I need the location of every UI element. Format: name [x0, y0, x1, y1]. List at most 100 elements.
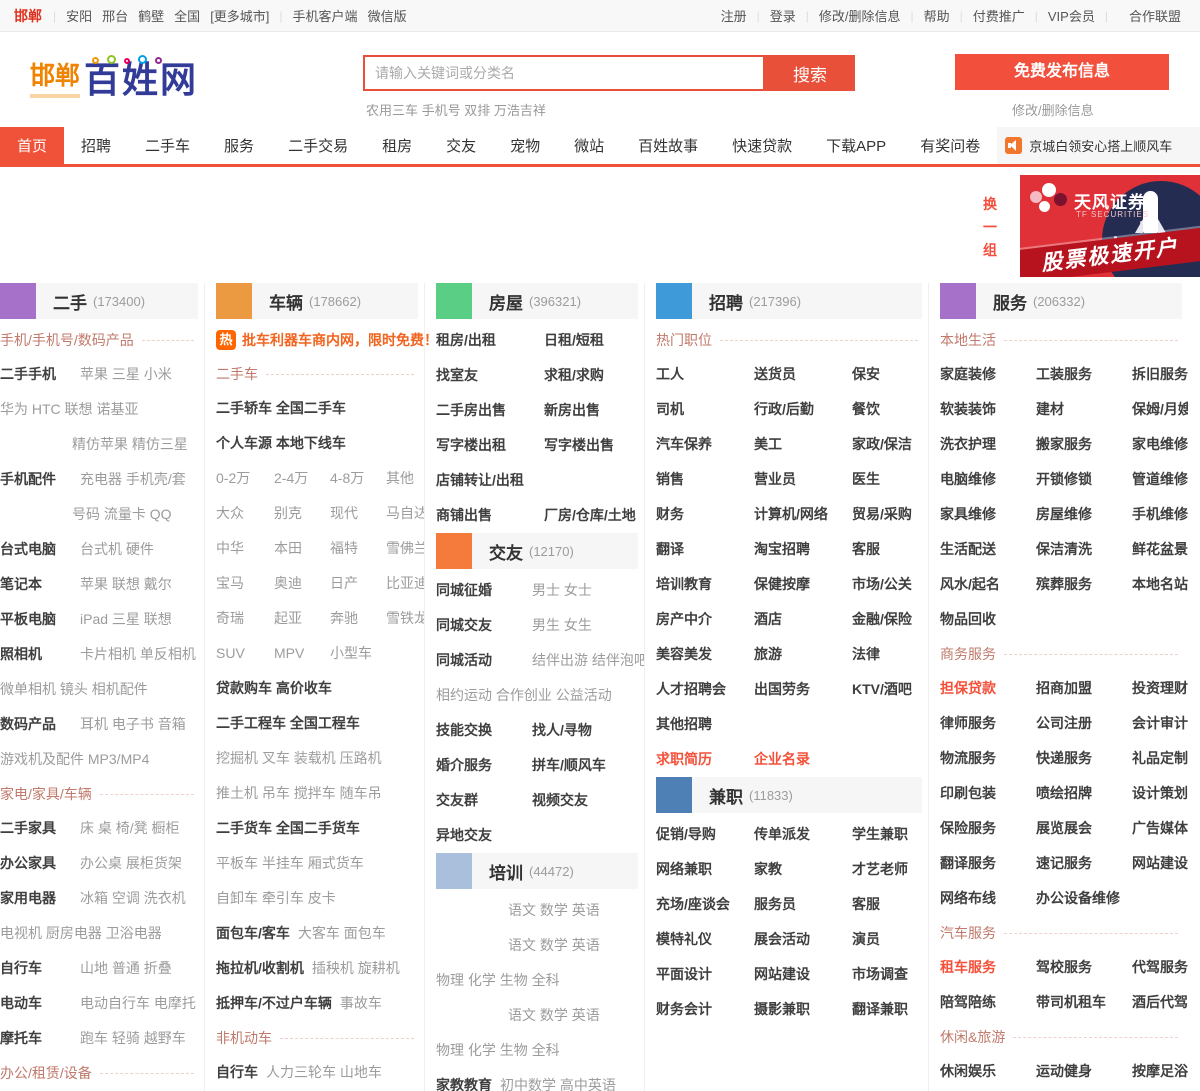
category-link[interactable]: 工人 — [656, 357, 746, 392]
category-link[interactable]: 雪铁龙 — [386, 601, 424, 636]
account-link[interactable]: 登录 — [770, 6, 796, 25]
category-link[interactable]: 冰箱 空调 洗衣机 — [80, 881, 186, 916]
category-link[interactable]: 二手房出售 — [436, 393, 536, 428]
category-link[interactable]: 金融/保险 — [852, 602, 912, 637]
category-link[interactable]: 摄影兼职 — [754, 992, 844, 1027]
category-link[interactable]: 销售 — [656, 462, 746, 497]
category-title[interactable]: 车辆 — [269, 289, 303, 314]
account-link[interactable]: 付费推广 — [973, 6, 1025, 25]
category-link[interactable]: 4-8万 — [330, 461, 378, 496]
category-link[interactable]: 工装服务 — [1036, 357, 1124, 392]
category-link[interactable]: 台式机 硬件 — [80, 532, 154, 567]
category-link[interactable]: 翻译 — [656, 532, 746, 567]
category-link[interactable]: 中华 — [216, 531, 266, 566]
category-link[interactable]: 推土机 吊车 搅拌车 随车吊 — [216, 776, 382, 811]
search-button[interactable]: 搜索 — [765, 55, 855, 91]
city-link[interactable]: 安阳 — [66, 9, 92, 24]
category-link[interactable]: 婚介服务 — [436, 748, 524, 783]
category-link[interactable]: 自行车 — [0, 951, 72, 986]
category-link[interactable]: 面包车/客车 — [216, 916, 290, 951]
category-link[interactable]: 网站建设 — [1132, 846, 1188, 881]
section-title[interactable]: 本地生活 — [940, 330, 996, 350]
category-link[interactable]: 店铺转让/出租 — [436, 463, 524, 498]
announcement-text[interactable]: 京城白领安心搭上顺风车 — [1029, 136, 1172, 155]
category-link[interactable]: 客服 — [852, 887, 880, 922]
city-link[interactable]: 邢台 — [102, 9, 128, 24]
section-title[interactable]: 手机/手机号/数码产品 — [0, 330, 134, 350]
category-link[interactable]: 投资理财 — [1132, 671, 1188, 706]
category-link[interactable]: 交友群 — [436, 783, 524, 818]
category-link[interactable]: 精仿苹果 精仿三星 — [72, 427, 188, 462]
category-link[interactable]: 现代 — [330, 496, 378, 531]
category-link[interactable]: 设计策划 — [1132, 776, 1188, 811]
category-link[interactable]: 手机维修 — [1132, 497, 1188, 532]
category-link[interactable]: 翻译兼职 — [852, 992, 908, 1027]
category-link[interactable]: 洗衣护理 — [940, 427, 1028, 462]
category-link[interactable]: 家教 — [754, 852, 844, 887]
category-link[interactable]: 平板车 半挂车 厢式货车 — [216, 846, 364, 881]
category-link[interactable]: 网站建设 — [754, 957, 844, 992]
category-link[interactable]: 保安 — [852, 357, 880, 392]
category-link[interactable]: 快递服务 — [1036, 741, 1124, 776]
hot-keywords[interactable]: 农用三车 手机号 双排 万浩吉祥 — [366, 100, 546, 119]
category-link[interactable]: 2-4万 — [274, 461, 322, 496]
category-link[interactable]: 商铺出售 — [436, 498, 536, 533]
category-link[interactable]: 找人/寻物 — [532, 713, 592, 748]
category-link[interactable]: 事故车 — [340, 986, 382, 1021]
ad-banner[interactable]: 天风证券 TF SECURITIES 股票极速开户 — [1020, 175, 1200, 277]
category-link[interactable]: 物流服务 — [940, 741, 1028, 776]
category-link[interactable]: 办公设备维修 — [1036, 881, 1120, 916]
category-link[interactable]: 才艺老师 — [852, 852, 908, 887]
hot-notice-link[interactable]: 批车利器车商内网，限时免费！ — [242, 330, 438, 350]
category-link[interactable]: 床 桌 椅/凳 橱柜 — [80, 811, 180, 846]
category-link[interactable]: 驾校服务 — [1036, 950, 1124, 985]
nav-item-8[interactable]: 微站 — [557, 127, 621, 164]
category-link[interactable]: 招商加盟 — [1036, 671, 1124, 706]
category-link[interactable]: 本田 — [274, 531, 322, 566]
city-link[interactable]: [更多城市] — [210, 9, 269, 24]
category-link[interactable]: 起亚 — [274, 601, 322, 636]
category-link[interactable]: 别克 — [274, 496, 322, 531]
nav-item-0[interactable]: 首页 — [0, 127, 65, 164]
category-link[interactable]: SUV — [216, 636, 266, 671]
category-link[interactable]: 带司机租车 — [1036, 985, 1124, 1020]
category-link[interactable]: 台式电脑 — [0, 532, 72, 567]
category-link[interactable]: 广告媒体 — [1132, 811, 1188, 846]
category-link[interactable]: 开锁修锁 — [1036, 462, 1124, 497]
category-link[interactable]: 酒店 — [754, 602, 844, 637]
section-title[interactable]: 非机动车 — [216, 1028, 272, 1048]
category-link[interactable]: 二手工程车 全国工程车 — [216, 706, 360, 741]
account-link[interactable]: 注册 — [721, 6, 747, 25]
category-link[interactable]: 律师服务 — [940, 706, 1028, 741]
category-link[interactable]: 福特 — [330, 531, 378, 566]
category-link[interactable]: 企业名录 — [754, 742, 810, 777]
category-link[interactable]: 贸易/采购 — [852, 497, 912, 532]
category-link[interactable]: 充电器 手机壳/套 — [80, 462, 186, 497]
category-link[interactable]: 异地交友 — [436, 818, 492, 853]
category-link[interactable]: 抵押车/不过户车辆 — [216, 986, 332, 1021]
category-link[interactable]: 小型车 — [330, 636, 372, 671]
category-link[interactable]: 新房出售 — [544, 393, 600, 428]
category-link[interactable]: 传单派发 — [754, 817, 844, 852]
category-link[interactable]: 送货员 — [754, 357, 844, 392]
category-link[interactable]: 物理 化学 生物 全科 — [436, 963, 560, 998]
category-link[interactable]: 语文 数学 英语 — [508, 893, 600, 928]
category-link[interactable]: 展览展会 — [1036, 811, 1124, 846]
mobile-link[interactable]: 手机客户端 — [293, 9, 358, 24]
category-link[interactable]: 拖拉机/收割机 — [216, 951, 304, 986]
category-link[interactable]: 家政/保洁 — [852, 427, 912, 462]
change-group-button[interactable]: 换一组 — [982, 193, 998, 262]
category-link[interactable]: 生活配送 — [940, 532, 1028, 567]
category-link[interactable]: 耳机 电子书 音箱 — [80, 707, 186, 742]
category-title[interactable]: 招聘 — [709, 289, 743, 314]
category-link[interactable]: 插秧机 旋耕机 — [312, 951, 400, 986]
category-link[interactable]: MPV — [274, 636, 322, 671]
category-link[interactable]: 淘宝招聘 — [754, 532, 844, 567]
category-link[interactable]: 日租/短租 — [544, 323, 604, 358]
category-link[interactable]: 房屋维修 — [1036, 497, 1124, 532]
category-link[interactable]: 写字楼出租 — [436, 428, 536, 463]
category-link[interactable]: 贷款购车 高价收车 — [216, 671, 332, 706]
category-link[interactable]: 家用电器 — [0, 881, 72, 916]
category-link[interactable]: 苹果 联想 戴尔 — [80, 567, 172, 602]
category-link[interactable]: 餐饮 — [852, 392, 880, 427]
